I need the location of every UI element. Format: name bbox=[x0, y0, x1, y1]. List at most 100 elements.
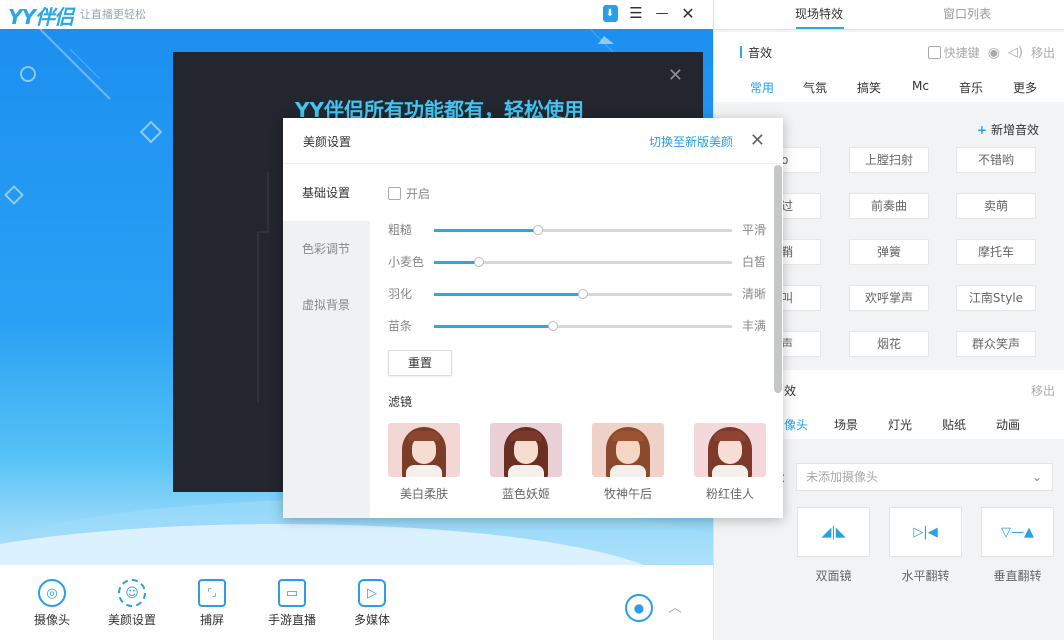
checkbox-box bbox=[927, 46, 941, 59]
enable-checkbox[interactable]: 开启 bbox=[388, 185, 430, 202]
tab-window-list[interactable]: 窗口列表 bbox=[943, 5, 991, 22]
tab-live-effects[interactable]: 现场特效 bbox=[795, 5, 843, 22]
sfx-button[interactable]: 不错哟 bbox=[956, 147, 1036, 173]
switch-new-beauty-link[interactable]: 切换至新版美颜 bbox=[649, 133, 733, 150]
sfx-button[interactable]: 烟花 bbox=[849, 331, 929, 357]
double-mirror-icon: ◢|◣ bbox=[797, 507, 870, 557]
plus-icon: + bbox=[976, 123, 987, 137]
fx-category-tab[interactable]: 像头 bbox=[784, 416, 808, 433]
beauty-slider[interactable] bbox=[434, 289, 732, 299]
slider-row: 羽化 清晰 bbox=[388, 287, 767, 301]
capture-icon: ⌜⌟ bbox=[198, 579, 226, 607]
slider-fill bbox=[434, 261, 479, 264]
dialog-scrollbar[interactable] bbox=[774, 165, 782, 393]
filter-item[interactable]: 蓝色妖姬 bbox=[490, 423, 562, 502]
nav-virtual-background[interactable]: 虚拟背景 bbox=[283, 277, 370, 333]
beauty-slider[interactable] bbox=[434, 225, 732, 235]
flip-horizontal-icon: ▷|◀ bbox=[889, 507, 962, 557]
fx-category-tab[interactable]: 贴纸 bbox=[942, 416, 966, 433]
mirror-double-button[interactable]: ◢|◣ 双面镜 bbox=[797, 507, 870, 584]
filter-title: 滤镜 bbox=[388, 395, 413, 409]
beauty-slider[interactable] bbox=[434, 257, 732, 267]
slider-row: 小麦色 白皙 bbox=[388, 255, 767, 269]
dialog-nav: 基础设置 色彩调节 虚拟背景 bbox=[283, 165, 370, 518]
bottom-toolbar: ◎ 摄像头 ☺ 美颜设置 ⌜⌟ 捕屏 ▭ 手游直播 ▷ 多媒体 ● ︿ bbox=[0, 565, 713, 640]
fx-category-tab[interactable]: 场景 bbox=[834, 416, 858, 433]
filter-thumbnail bbox=[592, 423, 664, 477]
beauty-settings-dialog: 美颜设置 切换至新版美颜 ✕ 基础设置 色彩调节 虚拟背景 开启 粗糙 平滑 小… bbox=[283, 118, 783, 518]
download-icon[interactable]: ⬇ bbox=[600, 3, 620, 23]
sfx-button[interactable]: 群众笑声 bbox=[956, 331, 1036, 357]
fx-category-tab[interactable]: 动画 bbox=[996, 416, 1020, 433]
title-bar: YY伴侣 让直播更轻松 ⬇ ☰ — ✕ bbox=[0, 0, 713, 29]
add-sfx-button[interactable]: + 新增音效 bbox=[977, 121, 1039, 138]
sfx-button[interactable]: 弹簧 bbox=[849, 239, 929, 265]
chevron-down-icon: ⌄ bbox=[1031, 470, 1042, 484]
sfx-section-tools: 快捷键 ◉ ◁) 移出 bbox=[927, 44, 1055, 61]
sfx-button[interactable]: 欢呼掌声 bbox=[849, 285, 929, 311]
flip-vertical-button[interactable]: ▽—▲ 垂直翻转 bbox=[981, 507, 1054, 584]
fx-category-tab[interactable]: 灯光 bbox=[888, 416, 912, 433]
filter-thumbnail bbox=[694, 423, 766, 477]
dialog-title: 美颜设置 bbox=[303, 135, 352, 149]
beauty-slider[interactable] bbox=[434, 321, 732, 331]
toolbar-camera-button[interactable]: ◎ 摄像头 bbox=[22, 579, 82, 628]
slider-thumb[interactable] bbox=[548, 321, 559, 331]
volume-icon[interactable]: ◁) bbox=[1008, 45, 1023, 60]
filter-thumbnail bbox=[388, 423, 460, 477]
fx-remove-button[interactable]: 移出 bbox=[1031, 382, 1055, 399]
flip-horizontal-button[interactable]: ▷|◀ 水平翻转 bbox=[889, 507, 962, 584]
section-marker bbox=[740, 46, 742, 58]
minimize-icon[interactable]: — bbox=[652, 3, 672, 23]
nav-basic-settings[interactable]: 基础设置 bbox=[283, 165, 370, 221]
toolbar-media-button[interactable]: ▷ 多媒体 bbox=[342, 579, 402, 628]
checkbox-box bbox=[388, 187, 401, 200]
beauty-icon: ☺ bbox=[118, 579, 146, 607]
dialog-body: 开启 粗糙 平滑 小麦色 白皙 羽化 清晰 苗条 丰满 重置 滤镜 美白柔肤 蓝… bbox=[370, 165, 783, 518]
slider-fill bbox=[434, 293, 583, 296]
filter-item[interactable]: 美白柔肤 bbox=[388, 423, 460, 502]
filter-item[interactable]: 粉红佳人 bbox=[694, 423, 766, 502]
sfx-button[interactable]: 江南Style bbox=[956, 285, 1036, 311]
sfx-category-tab[interactable]: 气氛 bbox=[803, 79, 827, 96]
flip-vertical-icon: ▽—▲ bbox=[981, 507, 1054, 557]
sfx-remove-button[interactable]: 移出 bbox=[1031, 44, 1055, 61]
toolbar-capture-button[interactable]: ⌜⌟ 捕屏 bbox=[182, 579, 242, 628]
sfx-category-tab[interactable]: 常用 bbox=[750, 79, 774, 96]
sfx-category-tabs: 常用 气氛 搞笑 Mc 音乐 更多 bbox=[714, 72, 1064, 102]
sfx-category-tab[interactable]: Mc bbox=[912, 79, 929, 93]
right-tabs: 现场特效 窗口列表 bbox=[714, 0, 1064, 30]
filter-item[interactable]: 牧神午后 bbox=[592, 423, 664, 502]
sfx-button[interactable]: 摩托车 bbox=[956, 239, 1036, 265]
fx-section-title: 效 bbox=[784, 384, 797, 398]
stop-icon[interactable]: ◉ bbox=[988, 45, 1000, 61]
slider-thumb[interactable] bbox=[533, 225, 544, 235]
reset-button[interactable]: 重置 bbox=[388, 350, 452, 376]
sfx-category-tab[interactable]: 更多 bbox=[1013, 79, 1037, 96]
active-tab-indicator bbox=[796, 27, 844, 29]
toolbar-mobile-button[interactable]: ▭ 手游直播 bbox=[262, 579, 322, 628]
slider-thumb[interactable] bbox=[473, 257, 484, 267]
hotkey-checkbox[interactable]: 快捷键 bbox=[927, 44, 980, 61]
sfx-button[interactable]: 上膛扫射 bbox=[849, 147, 929, 173]
sfx-button[interactable]: 前奏曲 bbox=[849, 193, 929, 219]
close-icon[interactable]: ✕ bbox=[678, 3, 698, 23]
slider-thumb[interactable] bbox=[578, 289, 588, 299]
close-icon[interactable]: ✕ bbox=[750, 130, 765, 151]
app-slogan: 让直播更轻松 bbox=[80, 8, 146, 21]
sfx-category-tab[interactable]: 搞笑 bbox=[857, 79, 881, 96]
sfx-button[interactable]: 卖萌 bbox=[956, 193, 1036, 219]
media-icon: ▷ bbox=[358, 579, 386, 607]
record-icon[interactable]: ● bbox=[625, 594, 653, 622]
nav-color-adjust[interactable]: 色彩调节 bbox=[283, 221, 370, 277]
sfx-category-tab[interactable]: 音乐 bbox=[959, 79, 983, 96]
slider-row: 苗条 丰满 bbox=[388, 319, 767, 333]
toolbar-beauty-button[interactable]: ☺ 美颜设置 bbox=[102, 579, 162, 628]
expand-icon[interactable]: ︿ bbox=[668, 597, 682, 617]
filter-thumbnail bbox=[490, 423, 562, 477]
menu-icon[interactable]: ☰ bbox=[626, 3, 646, 23]
camera-select[interactable]: 未添加摄像头 ⌄ bbox=[796, 463, 1053, 491]
sfx-section-header: 音效 快捷键 ◉ ◁) 移出 bbox=[714, 32, 1064, 72]
slider-fill bbox=[434, 229, 539, 232]
slider-fill bbox=[434, 325, 554, 328]
